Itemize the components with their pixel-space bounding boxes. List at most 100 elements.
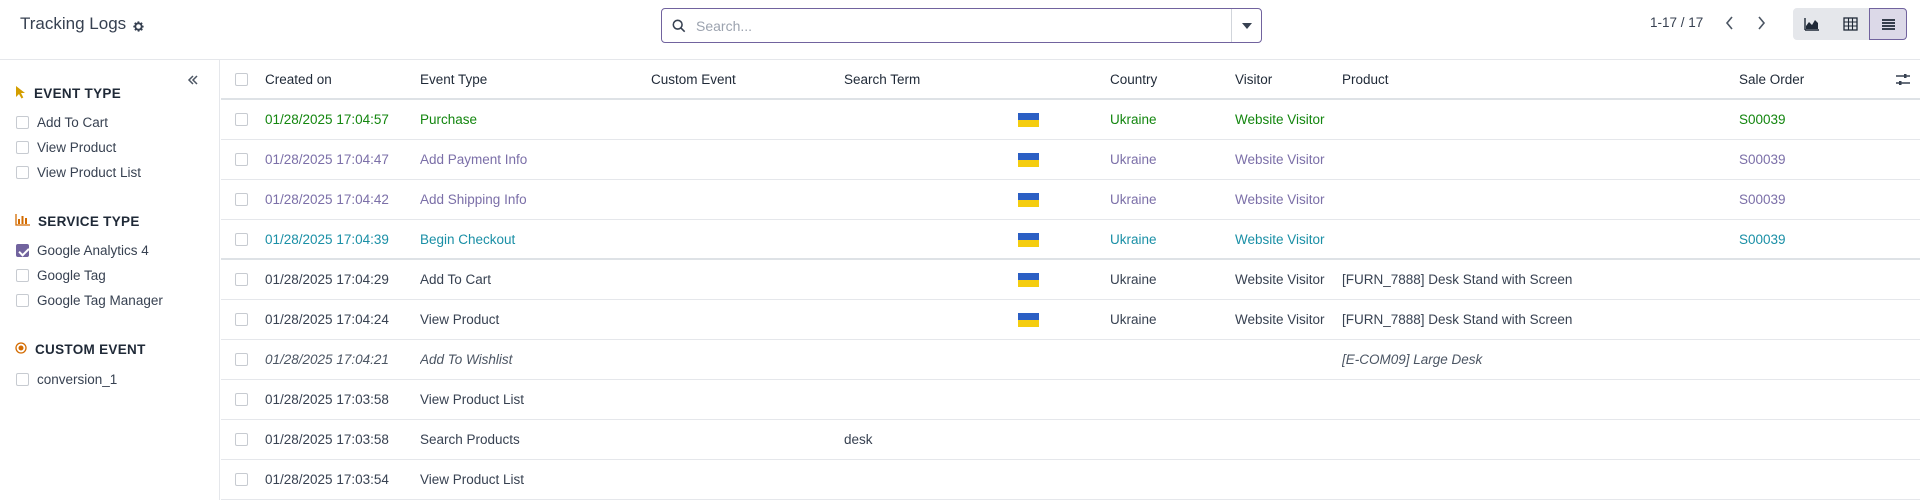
cell-custom-event (651, 180, 826, 220)
row-checkbox[interactable] (235, 473, 248, 486)
filter-checkbox[interactable] (16, 269, 29, 282)
cell-event-type: Add To Wishlist (420, 352, 513, 367)
row-checkbox[interactable] (235, 113, 248, 126)
list-view-button[interactable] (1869, 8, 1907, 40)
row-checkbox[interactable] (235, 273, 248, 286)
table-row[interactable]: 01/28/2025 17:04:57 Purchase Ukraine Websit… (221, 100, 1920, 140)
row-checkbox[interactable] (235, 433, 248, 446)
pager-value[interactable]: 1-17 / 17 (1650, 15, 1703, 30)
optional-columns-icon[interactable] (1896, 73, 1910, 90)
cell-event-type: Search Products (420, 432, 520, 447)
cell-sale-order (1739, 380, 1859, 420)
filter-google-tag-manager[interactable]: Google Tag Manager (16, 293, 163, 308)
cell-visitor: Website Visitor (1235, 152, 1325, 167)
cell-sale-order (1739, 340, 1859, 380)
collapse-panel-icon[interactable] (187, 73, 199, 91)
column-search-term[interactable]: Search Term (844, 60, 1044, 100)
search-bar (661, 8, 1262, 43)
cell-search-term (844, 220, 1044, 260)
cell-created-on: 01/28/2025 17:04:21 (265, 352, 389, 367)
cell-visitor (1235, 460, 1335, 500)
cell-visitor (1235, 380, 1335, 420)
area-chart-icon (1804, 18, 1819, 31)
table-row[interactable]: 01/28/2025 17:03:54 View Product List (221, 460, 1920, 500)
gear-icon[interactable] (132, 18, 145, 32)
filter-conversion-1[interactable]: conversion_1 (16, 372, 117, 387)
table-row[interactable]: 01/28/2025 17:04:21 Add To Wishlist [E-COM… (221, 340, 1920, 380)
table-row[interactable]: 01/28/2025 17:04:29 Add To Cart Ukraine Web… (221, 260, 1920, 300)
cell-search-term (844, 140, 1044, 180)
cell-created-on: 01/28/2025 17:03:58 (265, 432, 389, 447)
row-checkbox[interactable] (235, 393, 248, 406)
graph-view-button[interactable] (1793, 8, 1831, 40)
table-row[interactable]: 01/28/2025 17:04:24 View Product Ukraine We… (221, 300, 1920, 340)
search-input[interactable] (696, 10, 1231, 41)
row-checkbox[interactable] (235, 313, 248, 326)
pivot-view-button[interactable] (1831, 8, 1869, 40)
row-checkbox[interactable] (235, 233, 248, 246)
filter-checkbox-checked[interactable] (16, 244, 29, 257)
cell-visitor (1235, 340, 1335, 380)
row-checkbox[interactable] (235, 153, 248, 166)
select-all-checkbox[interactable] (235, 73, 248, 86)
filter-checkbox[interactable] (16, 116, 29, 129)
cell-product (1342, 460, 1732, 500)
column-visitor[interactable]: Visitor (1235, 60, 1335, 100)
search-options-toggle[interactable] (1231, 9, 1261, 42)
cell-search-term: desk (844, 432, 873, 447)
table-row[interactable]: 01/28/2025 17:04:47 Add Payment Info Ukrai… (221, 140, 1920, 180)
filter-checkbox[interactable] (16, 373, 29, 386)
column-product[interactable]: Product (1342, 60, 1732, 100)
filter-view-product-list[interactable]: View Product List (16, 165, 141, 180)
cell-event-type: View Product List (420, 472, 525, 487)
control-panel: Tracking Logs 1-17 / 17 (0, 0, 1920, 60)
row-checkbox[interactable] (235, 193, 248, 206)
cell-sale-order: S00039 (1739, 232, 1786, 247)
cell-product: [E-COM09] Large Desk (1342, 352, 1483, 367)
cell-search-term (844, 100, 1044, 140)
cell-country: Ukraine (1110, 192, 1157, 207)
cell-event-type: View Product (420, 312, 500, 327)
filter-checkbox[interactable] (16, 166, 29, 179)
cell-created-on: 01/28/2025 17:04:42 (265, 192, 389, 207)
pager-next-button[interactable] (1749, 11, 1773, 35)
cell-custom-event (651, 100, 826, 140)
cursor-icon (15, 85, 26, 102)
chevron-right-icon (1757, 16, 1765, 30)
pager-previous-button[interactable] (1717, 11, 1741, 35)
search-icon (662, 9, 696, 42)
cell-sale-order: S00039 (1739, 192, 1786, 207)
cell-search-term (844, 380, 1044, 420)
table-row[interactable]: 01/28/2025 17:03:58 Search Products desk (221, 420, 1920, 460)
filter-google-tag[interactable]: Google Tag (16, 268, 106, 283)
filter-checkbox[interactable] (16, 141, 29, 154)
table-row[interactable]: 01/28/2025 17:04:39 Begin Checkout Ukraine… (221, 220, 1920, 260)
table-row[interactable]: 01/28/2025 17:03:58 View Product List (221, 380, 1920, 420)
cell-search-term (844, 340, 1044, 380)
column-event-type[interactable]: Event Type (420, 60, 645, 100)
cell-created-on: 01/28/2025 17:03:58 (265, 392, 389, 407)
column-country[interactable]: Country (1110, 60, 1210, 100)
cell-sale-order: S00039 (1739, 152, 1786, 167)
row-checkbox[interactable] (235, 353, 248, 366)
cell-custom-event (651, 220, 826, 260)
list-icon (1881, 18, 1895, 30)
caret-down-icon (1241, 22, 1252, 29)
filter-checkbox[interactable] (16, 294, 29, 307)
column-custom-event[interactable]: Custom Event (651, 60, 826, 100)
chevron-left-icon (1725, 16, 1733, 30)
cell-sale-order (1739, 420, 1859, 460)
cell-product (1342, 420, 1732, 460)
column-sale-order[interactable]: Sale Order (1739, 60, 1859, 100)
page-title-text: Tracking Logs (20, 14, 127, 33)
cell-created-on: 01/28/2025 17:04:24 (265, 312, 389, 327)
section-custom-event: CUSTOM EVENT (15, 342, 146, 357)
filter-view-product[interactable]: View Product (16, 140, 116, 155)
cell-event-type: Add Payment Info (420, 152, 528, 167)
cell-event-type: Begin Checkout (420, 232, 516, 247)
column-created-on[interactable]: Created on (265, 60, 415, 100)
filter-add-to-cart[interactable]: Add To Cart (16, 115, 108, 130)
cell-event-type: View Product List (420, 392, 525, 407)
filter-google-analytics-4[interactable]: Google Analytics 4 (16, 243, 149, 258)
table-row[interactable]: 01/28/2025 17:04:42 Add Shipping Info Ukra… (221, 180, 1920, 220)
